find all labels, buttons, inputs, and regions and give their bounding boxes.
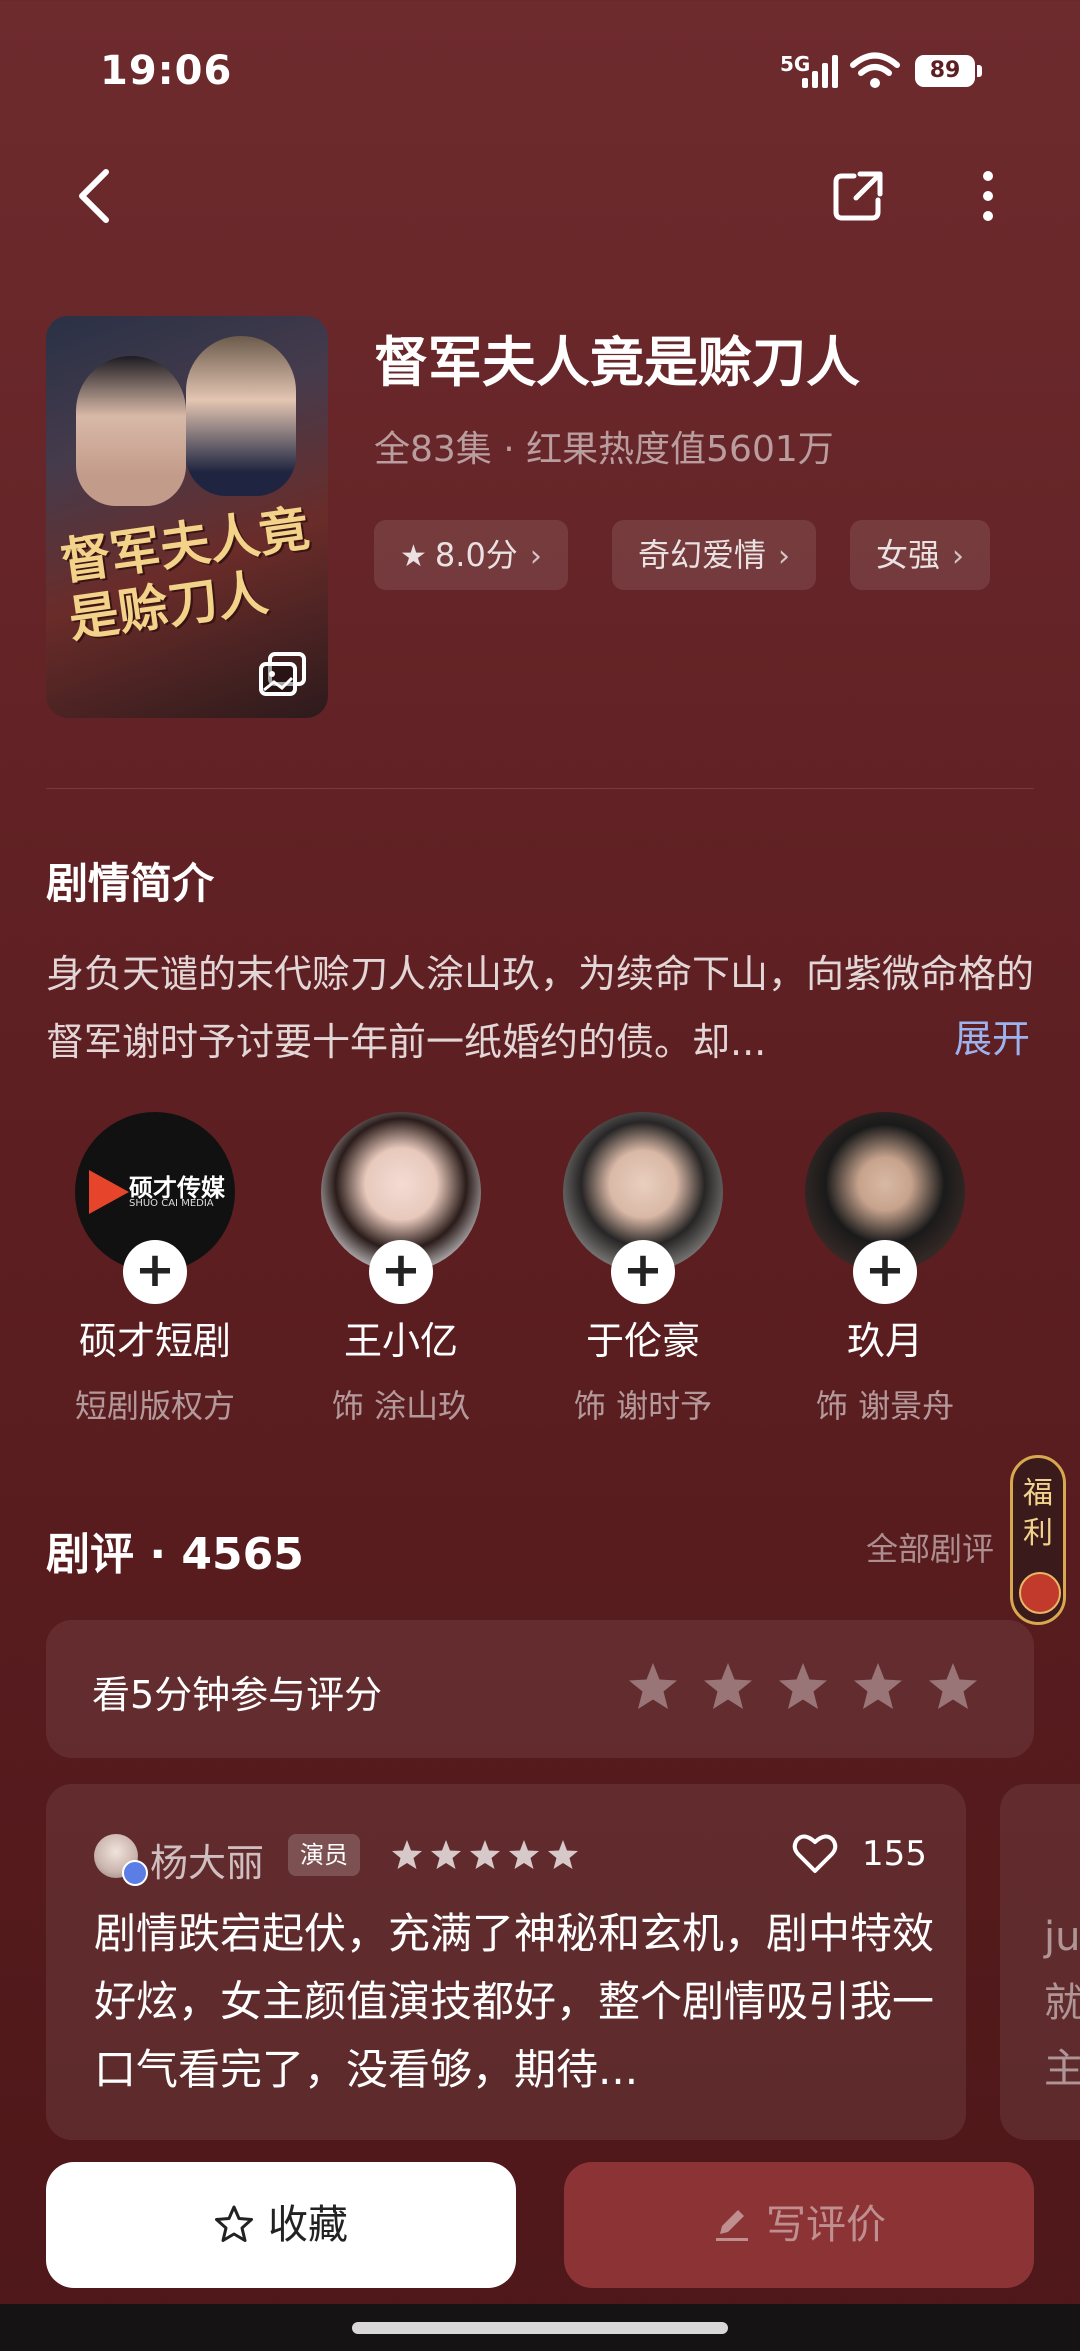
review-text: 剧情跌宕起伏，充满了神秘和玄机，剧中特效好炫，女主颜值演技都好，整个剧情吸引我一… <box>94 1909 935 2094</box>
reviews-heading: 剧评 · 4565 <box>46 1529 304 1580</box>
cast-role: 饰 涂山玖 <box>331 1387 471 1425</box>
drama-poster[interactable]: 督军夫人竟是赊刀人 <box>46 316 328 718</box>
genre-label: 奇幻爱情 <box>638 536 767 574</box>
chevron-right-icon: › <box>529 539 542 574</box>
like-count: 155 <box>862 1834 927 1874</box>
cast-name: 硕才短剧 <box>78 1319 231 1363</box>
home-indicator[interactable] <box>352 2322 728 2334</box>
write-review-label: 写评价 <box>766 2202 886 2248</box>
cast-role: 饰 谢景舟 <box>815 1387 955 1425</box>
cast-item-actor[interactable]: + 王小亿 饰 涂山玖 <box>316 1112 486 1427</box>
cast-name: 玖月 <box>846 1319 923 1363</box>
review-card[interactable]: 杨大丽 演员 155 剧情跌宕起伏，充满了神秘和玄机，剧中特效好炫，女主颜值演技… <box>46 1784 966 2140</box>
signal-icon <box>802 55 838 88</box>
favorite-button[interactable]: 收藏 <box>46 2162 516 2288</box>
star-icon[interactable] <box>701 1660 755 1714</box>
genre-tag-strong-female[interactable]: 女强 › <box>850 520 991 590</box>
write-review-button[interactable]: 写评价 <box>564 2162 1034 2288</box>
drama-subtitle: 全83集 · 红果热度值5601万 <box>374 429 834 470</box>
star-icon[interactable] <box>926 1660 980 1714</box>
genre-label: 女强 <box>876 536 941 574</box>
star-icon[interactable] <box>851 1660 905 1714</box>
star-outline-icon <box>215 2205 253 2242</box>
reviewer-role-tag: 演员 <box>288 1834 360 1876</box>
cast-name: 于伦豪 <box>585 1319 700 1363</box>
poster-figure-male <box>186 336 296 496</box>
follow-plus-icon[interactable]: + <box>611 1240 675 1304</box>
rating-prompt-label: 看5分钟参与评分 <box>92 1673 383 1717</box>
star-icon[interactable] <box>776 1660 830 1714</box>
more-options-icon[interactable] <box>970 168 1006 224</box>
cast-role: 短剧版权方 <box>74 1387 235 1425</box>
media-logo-subtext: SHUO CAI MEDIA <box>129 1198 214 1209</box>
all-reviews-link[interactable]: 全部剧评 <box>866 1524 994 1570</box>
drama-title: 督军夫人竟是赊刀人 <box>374 331 860 394</box>
status-time: 19:06 <box>100 48 233 94</box>
welfare-floating-button[interactable]: 福利 <box>1010 1455 1066 1625</box>
synopsis-text: 身负天谴的末代赊刀人涂山玖，为续命下山，向紫微命格的督军谢时予讨要十年前一纸婚约… <box>46 952 1035 1064</box>
follow-plus-icon[interactable]: + <box>369 1240 433 1304</box>
status-bar: 19:06 5G 89 <box>0 40 1080 110</box>
coin-icon <box>1019 1572 1061 1614</box>
cast-name: 王小亿 <box>343 1319 458 1363</box>
follow-plus-icon[interactable]: + <box>123 1240 187 1304</box>
follow-plus-icon[interactable]: + <box>853 1240 917 1304</box>
review-stars <box>392 1840 578 1869</box>
chevron-right-icon: › <box>952 539 965 574</box>
heart-icon[interactable] <box>792 1832 838 1874</box>
poster-title-art: 督军夫人竟是赊刀人 <box>57 498 313 649</box>
review-card-peek[interactable]: ju 就 主 <box>1000 1784 1080 2140</box>
expand-synopsis-link[interactable]: 展开 <box>954 1008 1030 1063</box>
cast-item-actor[interactable]: + 于伦豪 饰 谢时予 <box>558 1112 728 1427</box>
chevron-right-icon: › <box>778 539 791 574</box>
verified-badge-icon <box>122 1860 148 1886</box>
synopsis-heading: 剧情简介 <box>46 859 215 908</box>
back-arrow-icon[interactable] <box>70 166 120 226</box>
star-icon[interactable] <box>626 1660 680 1714</box>
cast-item-copyright[interactable]: 硕才传媒 SHUO CAI MEDIA + 硕才短剧 短剧版权方 <box>70 1112 240 1427</box>
section-divider <box>46 788 1034 789</box>
review-peek-text: ju 就 主 <box>1044 1914 1080 2092</box>
welfare-label: 福利 <box>1023 1476 1053 1551</box>
battery-indicator: 89 <box>915 55 982 87</box>
gallery-icon[interactable] <box>258 652 308 698</box>
pen-icon <box>716 2210 748 2241</box>
poster-figure-female <box>76 356 186 506</box>
cast-role: 饰 谢时予 <box>573 1387 713 1425</box>
genre-tag-romance[interactable]: 奇幻爱情 › <box>612 520 817 590</box>
media-logo-icon <box>89 1170 129 1214</box>
rating-label: 8.0分 <box>434 536 518 574</box>
wifi-icon <box>850 52 900 88</box>
rating-prompt-box: 看5分钟参与评分 <box>46 1620 1034 1758</box>
cast-item-actor[interactable]: + 玖月 饰 谢景舟 <box>800 1112 970 1427</box>
share-icon[interactable] <box>830 168 886 224</box>
rating-tag[interactable]: ★ 8.0分 › <box>374 520 568 590</box>
top-nav <box>0 150 1080 240</box>
star-icon: ★ <box>400 539 427 574</box>
reviewer-name[interactable]: 杨大丽 <box>150 1832 264 1887</box>
favorite-label: 收藏 <box>268 2202 348 2248</box>
